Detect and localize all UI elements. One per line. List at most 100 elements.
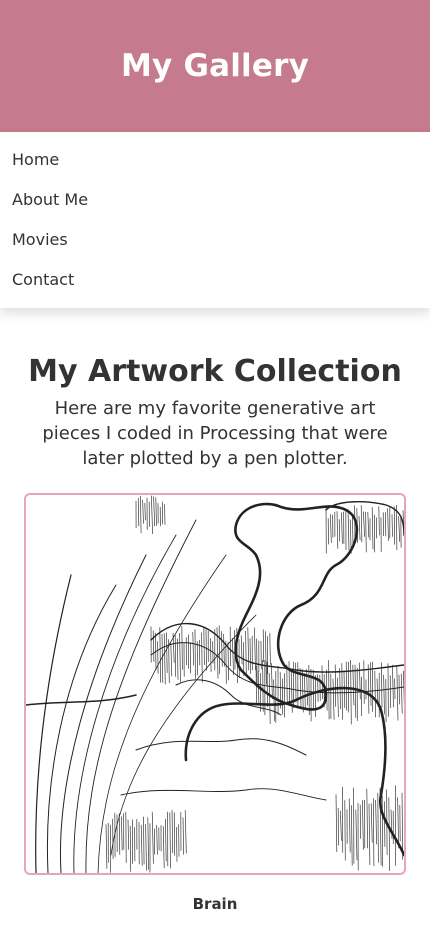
hatch-stroke (196, 641, 199, 676)
hatch-stroke (390, 809, 393, 840)
hatch-stroke (216, 627, 219, 679)
hatch-stroke (387, 508, 389, 541)
hatch-stroke (365, 511, 367, 553)
hatch-stroke (362, 800, 364, 850)
hatch-stroke (165, 818, 167, 862)
hatch-stroke (332, 678, 335, 720)
hatch-stroke (343, 671, 346, 709)
hatch-stroke (144, 502, 146, 521)
hatch-stroke (373, 798, 375, 866)
hatch-stroke (389, 675, 392, 708)
hatch-stroke (368, 803, 371, 866)
hatch-stroke (308, 664, 310, 716)
hatch-stroke (140, 495, 142, 534)
hatch-stroke (336, 511, 339, 549)
hatch-stroke (344, 800, 346, 861)
hatch-stroke (121, 816, 123, 851)
hatch-stroke (179, 632, 181, 683)
hatch-stroke (337, 677, 339, 718)
hatch-stroke (326, 669, 328, 711)
hatch-stroke (371, 507, 374, 550)
artwork-image (26, 495, 404, 873)
hatch-stroke (155, 497, 157, 526)
hatch-stroke (142, 499, 144, 524)
hatch-stroke (240, 635, 243, 665)
hatch-stroke (341, 512, 343, 544)
hatch-stroke (360, 505, 363, 543)
hatch-stroke (375, 799, 377, 845)
hatch-stroke (162, 825, 165, 869)
hatch-stroke (201, 632, 203, 683)
hatch-stroke (184, 810, 187, 854)
hatch-stroke (386, 789, 388, 856)
hatch-stroke (381, 662, 383, 708)
hatch-stroke (317, 674, 319, 702)
hatch-stroke (271, 663, 273, 700)
hatch-stroke (137, 497, 140, 527)
hatch-stroke (129, 825, 132, 872)
hatch-stroke (118, 813, 121, 855)
nav-item-about-me[interactable]: About Me (0, 180, 430, 220)
hatch-stroke (176, 826, 178, 862)
hatch-stroke (340, 810, 342, 841)
hatch-stroke (351, 805, 353, 866)
hatch-stroke (319, 674, 321, 701)
main-nav: Home About Me Movies Contact (0, 132, 430, 308)
hatch-stroke (256, 638, 258, 684)
hatch-stroke (338, 519, 341, 542)
hatch-stroke (182, 817, 185, 855)
hatch-stroke (152, 630, 155, 662)
hatch-stroke (227, 641, 229, 681)
hatch-stroke (166, 632, 168, 673)
hatch-stroke (377, 792, 379, 863)
hatch-stroke (359, 662, 361, 700)
hatch-stroke (268, 673, 271, 725)
section-heading: My Artwork Collection (28, 354, 402, 389)
main-content: My Artwork Collection Here are my favori… (0, 308, 430, 913)
hatch-stroke (370, 803, 373, 843)
artwork-card[interactable] (24, 493, 406, 875)
hatch-stroke (269, 633, 271, 665)
hatch-stroke (170, 642, 173, 677)
hatch-stroke (384, 801, 386, 847)
hatch-stroke (391, 514, 393, 537)
hatch-stroke (339, 668, 341, 710)
hatch-stroke (255, 665, 257, 706)
hatch-stroke (177, 638, 179, 680)
intro-text: Here are my favorite generative art piec… (42, 398, 388, 469)
hatch-stroke (181, 625, 183, 670)
hatch-stroke (232, 637, 234, 676)
nav-item-contact[interactable]: Contact (0, 260, 430, 300)
hatch-stroke (330, 513, 332, 544)
hatch-stroke (145, 824, 147, 871)
hatch-stroke (266, 661, 268, 707)
nav-top-spacer (0, 132, 430, 140)
hatch-stroke (249, 638, 251, 674)
hatch-stroke (174, 634, 177, 677)
hatch-stroke (192, 631, 194, 666)
site-title: My Gallery (121, 48, 309, 84)
hatch-stroke (363, 511, 365, 537)
hatch-stroke (398, 516, 401, 542)
hatch-stroke (393, 506, 396, 545)
hatch-stroke (392, 664, 394, 708)
hatch-stroke (383, 674, 385, 715)
hatch-stroke (334, 664, 337, 707)
hatch-stroke (328, 660, 330, 720)
hatch-stroke (396, 666, 399, 721)
hatch-stroke (221, 631, 223, 667)
hatch-stroke (400, 673, 403, 714)
hatch-stroke (143, 816, 145, 865)
hatch-stroke (347, 509, 350, 551)
nav-item-movies[interactable]: Movies (0, 220, 430, 260)
hatch-stroke (157, 641, 159, 674)
hatch-stroke (159, 627, 161, 683)
hatch-stroke (355, 809, 358, 861)
site-header: My Gallery (0, 0, 430, 132)
hatch-stroke (403, 670, 404, 705)
hatch-stroke (288, 661, 290, 706)
hatch-stroke (161, 633, 164, 683)
hatch-stroke (163, 633, 166, 685)
hatch-stroke (151, 811, 154, 864)
nav-item-home[interactable]: Home (0, 140, 430, 180)
